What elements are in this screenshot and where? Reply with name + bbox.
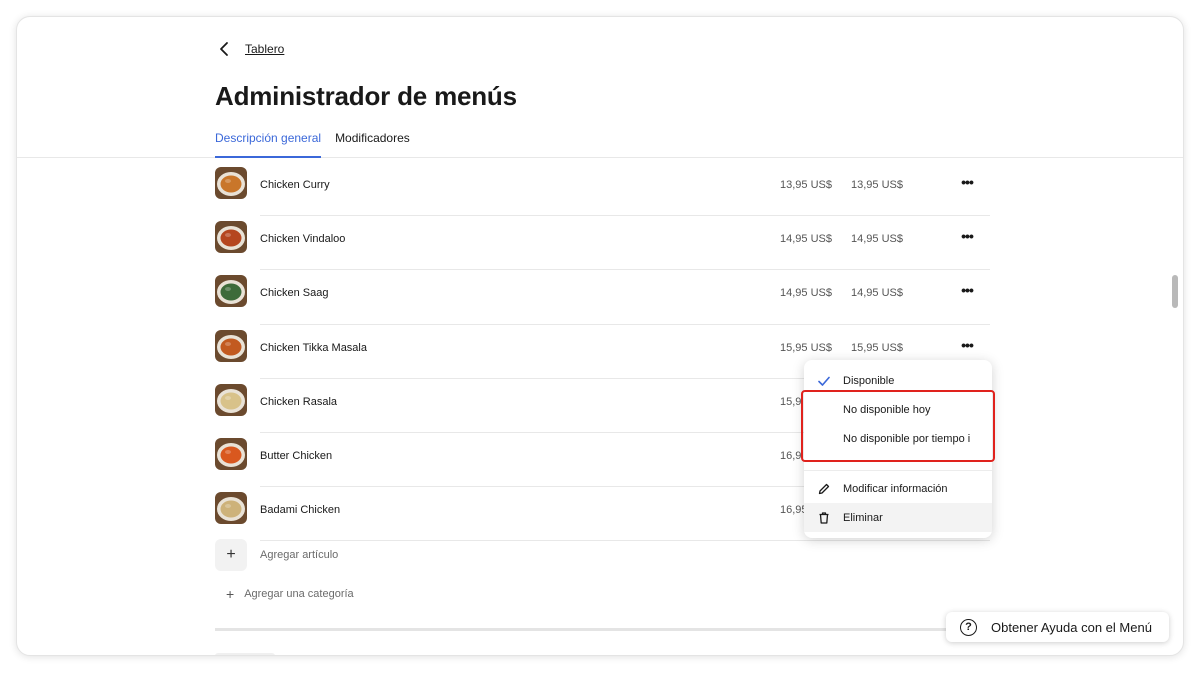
table-row[interactable]: Chicken Vindaloo 14,95 US$ 14,95 US$ ••• [215,216,990,271]
page-title: Administrador de menús [215,81,517,111]
section-divider [215,628,990,631]
item-price: 13,95 US$ [780,179,832,191]
pencil-icon [804,482,843,496]
item-thumbnail [215,383,247,416]
add-item-label: Agregar artículo [260,549,339,561]
chevron-left-icon [220,42,228,56]
tab-overview[interactable]: Descripción general [215,131,322,158]
more-options-icon[interactable]: ••• [955,338,979,358]
back-link-label[interactable]: Tablero [245,42,284,56]
more-options-icon[interactable]: ••• [955,229,979,249]
item-price: 14,95 US$ [780,287,832,300]
item-thumbnail [215,275,247,308]
highlight-annotation [801,390,995,462]
item-thumbnail [215,221,247,254]
item-price-secondary: 13,95 US$ [851,179,903,191]
row-divider [260,540,990,542]
more-options-icon[interactable]: ••• [955,175,979,195]
item-name: Badami Chicken [260,504,341,517]
item-thumbnail [215,167,247,199]
menu-item-delete[interactable]: Eliminar [804,503,992,532]
plus-icon: + [215,539,247,571]
item-price: 15,9 [780,395,802,408]
item-thumbnail [215,492,247,525]
check-icon [804,374,843,388]
item-name: Chicken Tikka Masala [260,341,367,354]
more-options-icon[interactable]: ••• [955,283,979,303]
add-category-button[interactable]: + Agregar una categoría [226,586,354,602]
app-window: Tablero Administrador de menús Descripci… [16,16,1184,656]
menu-item-edit[interactable]: Modificar información [804,474,992,503]
menu-item-label: Eliminar [843,511,883,524]
item-price: 15,95 US$ [780,341,832,354]
item-name: Chicken Vindaloo [260,233,346,246]
add-item-button[interactable]: + Agregar artículo [215,539,338,571]
menu-item-label: Disponible [843,374,895,387]
add-category-label: Agregar una categoría [244,588,354,600]
help-button[interactable]: ? Obtener Ayuda con el Menú [946,612,1169,642]
table-row[interactable]: Chicken Curry 13,95 US$ 13,95 US$ ••• [215,162,990,217]
trash-icon [804,511,843,525]
back-link[interactable]: Tablero [217,41,284,57]
item-name: Chicken Rasala [260,395,338,408]
item-name: Chicken Curry [260,179,330,191]
item-price: 14,95 US$ [780,233,832,246]
table-row[interactable]: Chicken Saag 14,95 US$ 14,95 US$ ••• [215,270,990,325]
plus-icon: + [226,586,235,602]
menu-item-label: Modificar información [843,482,948,495]
item-price-secondary: 15,95 US$ [851,341,903,354]
page-header: Tablero Administrador de menús Descripci… [17,17,1183,158]
item-price: 16,9 [780,449,802,462]
item-price-secondary: 14,95 US$ [851,287,903,300]
help-button-label: Obtener Ayuda con el Menú [991,619,1152,635]
menu-divider [804,470,992,471]
item-name: Chicken Saag [260,287,329,300]
item-price-secondary: 14,95 US$ [851,233,903,246]
tab-modifiers[interactable]: Modificadores [335,131,410,158]
item-thumbnail [215,437,247,470]
tab-bar: Descripción general Modificadores [215,131,424,158]
question-icon: ? [960,618,977,636]
next-section-placeholder [215,653,275,655]
item-name: Butter Chicken [260,449,333,462]
item-thumbnail [215,329,247,362]
scrollbar-thumb[interactable] [1172,275,1178,308]
